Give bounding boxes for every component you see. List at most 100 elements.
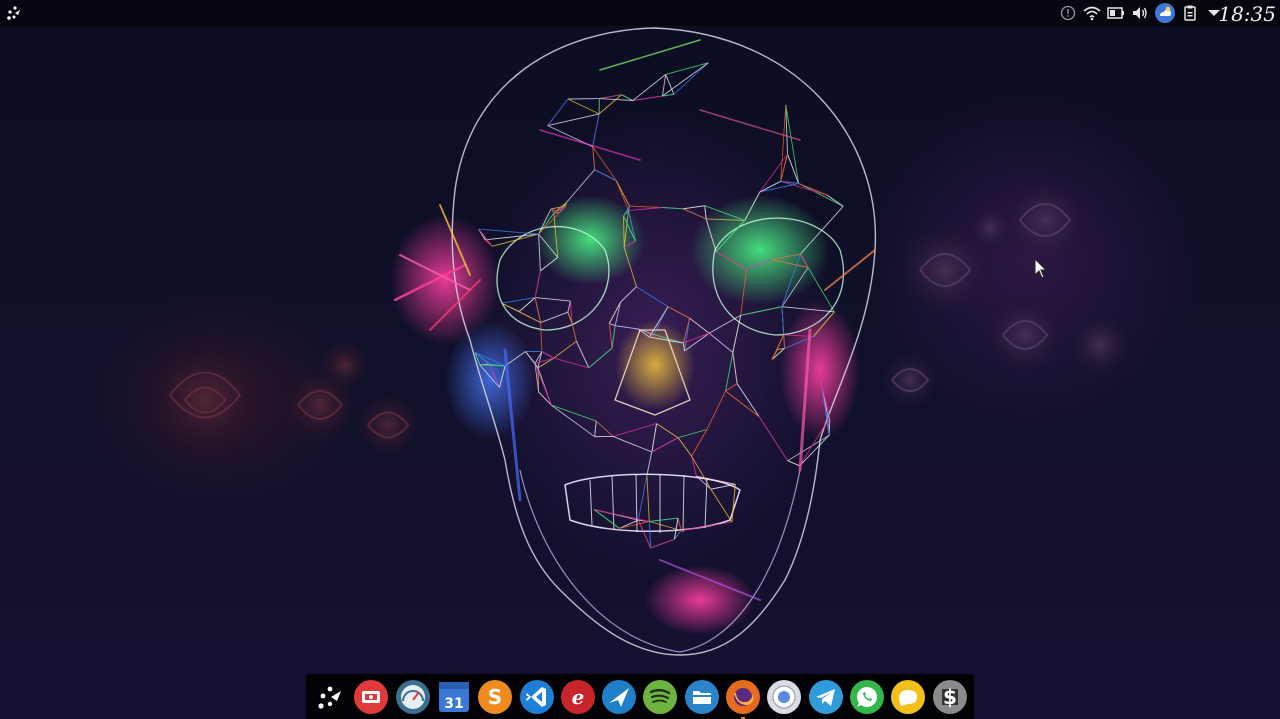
- mesh-line: [731, 484, 736, 523]
- weather-icon[interactable]: [1154, 2, 1176, 24]
- chat-icon: [891, 680, 926, 714]
- mesh-line: [629, 205, 662, 208]
- mesh-line: [612, 435, 652, 453]
- mesh-line: [661, 74, 667, 97]
- mesh-line: [732, 352, 738, 384]
- mesh-line: [798, 183, 828, 196]
- mesh-line: [611, 325, 616, 349]
- desktop: 18:35 31 Se $: [0, 0, 1280, 719]
- mesh-line: [725, 390, 760, 418]
- mesh-line: [661, 207, 684, 210]
- mesh-line: [646, 451, 653, 476]
- firefox-icon: [726, 680, 760, 714]
- mesh-line: [609, 323, 616, 327]
- file-manager-icon: [684, 680, 719, 714]
- volume-icon[interactable]: [1130, 4, 1150, 22]
- dock-item-paper-plane[interactable]: [601, 679, 637, 715]
- mesh-line: [683, 205, 705, 210]
- battery-icon[interactable]: [1106, 4, 1126, 22]
- mesh-line: [567, 98, 600, 115]
- mesh-line: [567, 300, 571, 313]
- mesh-line: [608, 323, 613, 349]
- mesh-line: [758, 416, 789, 461]
- mesh-line: [551, 404, 597, 422]
- mesh-line: [612, 423, 657, 437]
- mesh-line: [594, 421, 597, 437]
- dock-item-text-editor[interactable]: e: [560, 679, 596, 715]
- dock-item-firefox[interactable]: [725, 679, 761, 719]
- wifi-icon[interactable]: [1082, 4, 1102, 22]
- dock-item-terminal[interactable]: $: [932, 679, 968, 715]
- mesh-line: [485, 233, 539, 241]
- mesh-line: [636, 286, 669, 307]
- mesh-line: [540, 311, 568, 324]
- clock[interactable]: 18:35: [1218, 0, 1276, 28]
- mesh-line: [592, 113, 600, 147]
- mesh-line: [656, 423, 679, 439]
- paper-plane-icon: [602, 680, 637, 714]
- mesh-line: [637, 519, 652, 549]
- mesh-line: [553, 340, 577, 359]
- whatsapp-icon: [849, 680, 884, 714]
- dock-item-chat[interactable]: [890, 679, 926, 715]
- terminal-icon: $: [932, 680, 967, 714]
- mesh-line: [740, 306, 782, 316]
- notification-icon[interactable]: [1058, 4, 1078, 22]
- dock-item-sublime-text[interactable]: S: [477, 679, 513, 715]
- dock-item-file-manager[interactable]: [684, 679, 720, 715]
- mesh-line: [826, 194, 844, 207]
- dock-item-spotify[interactable]: [642, 679, 678, 715]
- mesh-line: [491, 233, 539, 247]
- mesh-line: [608, 301, 621, 324]
- mesh-line: [677, 517, 682, 531]
- mesh-line: [534, 270, 541, 298]
- mesh-line: [651, 437, 679, 453]
- mesh-line: [780, 180, 828, 196]
- mesh-line: [696, 475, 736, 485]
- mesh-line: [710, 488, 733, 523]
- mesh-line: [595, 420, 614, 437]
- dock-item-telegram[interactable]: [808, 679, 844, 715]
- mesh-line: [553, 357, 589, 369]
- mesh-line: [683, 208, 707, 220]
- system-monitor-icon: [395, 680, 430, 714]
- calendar-icon: 31: [438, 682, 469, 712]
- mesh-line: [648, 521, 652, 549]
- dock-item-calendar[interactable]: 31: [436, 679, 472, 715]
- dock-item-system-monitor[interactable]: [395, 679, 431, 715]
- mesh-line: [665, 74, 675, 95]
- mesh-line: [785, 104, 800, 184]
- dock-item-badge: e: [571, 685, 584, 709]
- mesh-line: [725, 352, 734, 392]
- mesh-line: [620, 286, 637, 303]
- clipboard-icon[interactable]: [1180, 4, 1200, 22]
- mesh-line: [551, 404, 595, 438]
- mesh-line: [710, 483, 736, 490]
- spotify-icon: [643, 680, 678, 714]
- dock-item-vscode[interactable]: [519, 679, 555, 715]
- sublime-text-icon: S: [478, 680, 513, 714]
- dock-item-screen-recorder[interactable]: [353, 679, 389, 715]
- dock-item-whatsapp[interactable]: [849, 679, 885, 715]
- mesh-line: [650, 538, 675, 549]
- wallpaper: [143, 27, 1132, 656]
- launcher-icon: [318, 686, 341, 709]
- mesh-line: [646, 475, 650, 522]
- mesh-line: [708, 332, 734, 353]
- mesh-line: [759, 153, 788, 193]
- mesh-line: [759, 180, 781, 193]
- roses-left: [143, 338, 422, 462]
- dock-item-launcher[interactable]: [312, 679, 348, 715]
- roses-right: [880, 175, 1132, 410]
- mesh-line: [689, 317, 710, 334]
- mesh-line: [628, 207, 662, 212]
- app-launcher-icon[interactable]: [4, 3, 24, 23]
- mesh-line: [649, 517, 679, 522]
- mesh-line: [535, 297, 571, 302]
- system-tray: 18:35: [1050, 0, 1280, 26]
- mouse-cursor: [1034, 258, 1048, 279]
- mesh-line: [681, 521, 732, 531]
- dock-item-chrome[interactable]: [766, 679, 802, 715]
- mesh-line: [534, 297, 542, 323]
- dock-item-badge: S: [488, 685, 502, 709]
